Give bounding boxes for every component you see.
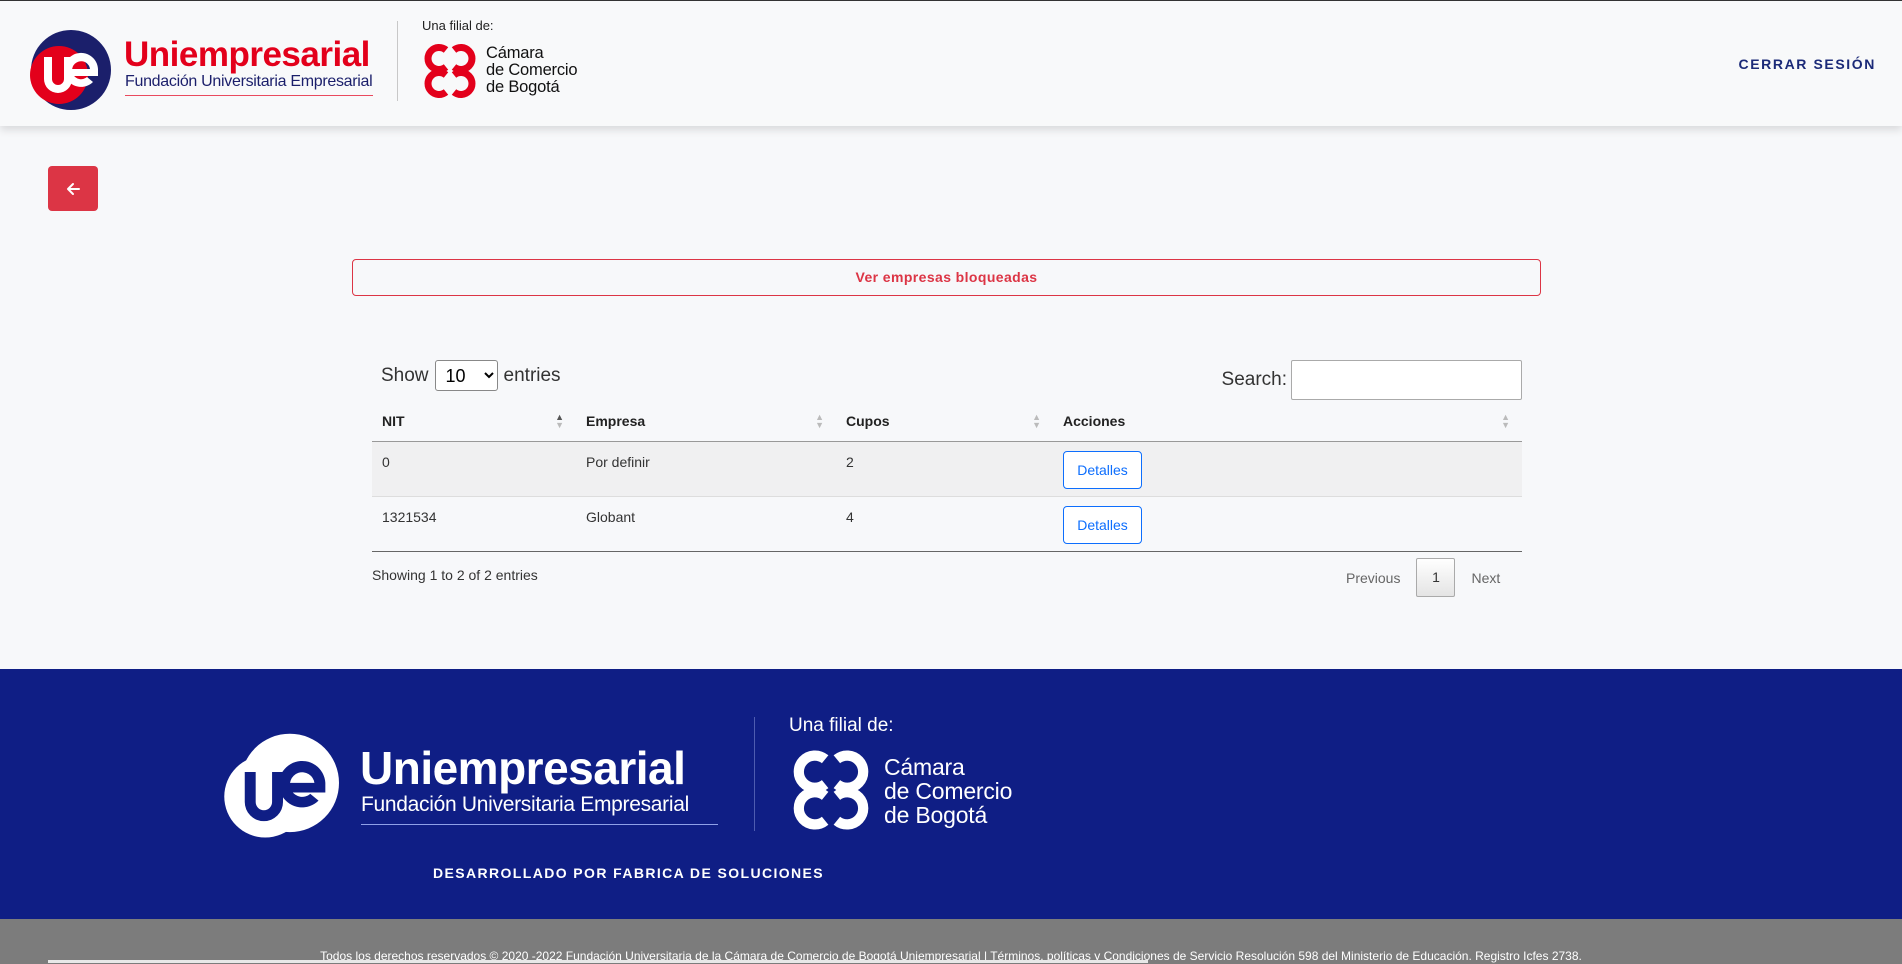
ccb-logo-icon <box>424 44 476 98</box>
footer-ccb-name: Cámara de Comercio de Bogotá <box>884 754 1013 828</box>
cell-empresa: Por definir <box>576 441 836 497</box>
footer-brand-title: Uniempresarial <box>360 742 686 794</box>
details-button[interactable]: Detalles <box>1063 450 1142 489</box>
footer-ccb-logo: Cámara de Comercio de Bogotá <box>790 749 1050 833</box>
sort-icon: ▲ ▼ <box>1501 412 1510 430</box>
search-input[interactable] <box>1291 360 1522 400</box>
table-info: Showing 1 to 2 of 2 entries <box>372 567 538 583</box>
page-length-control: Show 10 entries <box>381 360 561 391</box>
table-row: 1321534 Globant 4 Detalles <box>372 496 1522 552</box>
column-header-acciones[interactable]: Acciones ▲ ▼ <box>1053 401 1522 442</box>
ccb-logo-icon <box>793 750 869 830</box>
cell-cupos: 4 <box>836 496 1053 552</box>
filial-label: Una filial de: <box>422 18 494 33</box>
footer-brand-underline <box>361 824 718 825</box>
ccb-name: Cámara de Comercio de Bogotá <box>486 44 578 96</box>
table-header-row: NIT ▲ ▼ Empresa ▲ ▼ Cupos ▲ ▼ Acciones ▲ ▼ <box>372 401 1522 442</box>
previous-page-button[interactable]: Previous <box>1330 559 1416 597</box>
logout-link[interactable]: CERRAR SESIÓN <box>1739 56 1876 72</box>
page-button-current[interactable]: 1 <box>1416 558 1456 597</box>
brand-subtitle: Fundación Universitaria Empresarial <box>125 73 373 90</box>
horizontal-scrollbar[interactable] <box>48 960 1148 963</box>
table-row: 0 Por definir 2 Detalles <box>372 441 1522 497</box>
footer-filial-label: Una filial de: <box>789 715 894 736</box>
developed-by-text: DESARROLLADO POR FABRICA DE SOLUCIONES <box>433 865 825 881</box>
ue-logo-icon <box>224 733 339 838</box>
brand-underline <box>125 95 373 96</box>
footer-brand-subtitle: Fundación Universitaria Empresarial <box>361 793 689 816</box>
pagination: Previous 1 Next <box>1330 558 1516 597</box>
entries-label: entries <box>503 364 561 386</box>
sort-asc-icon: ▲ ▼ <box>555 412 564 430</box>
sort-icon: ▲ ▼ <box>815 412 824 430</box>
cell-nit: 1321534 <box>372 496 576 552</box>
column-header-nit[interactable]: NIT ▲ ▼ <box>372 401 576 442</box>
sort-icon: ▲ ▼ <box>1032 412 1041 430</box>
cell-empresa: Globant <box>576 496 836 552</box>
back-button[interactable] <box>48 166 98 211</box>
cell-cupos: 2 <box>836 441 1053 497</box>
arrow-left-icon <box>67 182 80 195</box>
companies-table: NIT ▲ ▼ Empresa ▲ ▼ Cupos ▲ ▼ Acciones ▲ ▼ 0… <box>372 401 1522 552</box>
uniempresarial-logo[interactable]: Uniempresarial Fundación Universitaria E… <box>26 29 378 111</box>
ue-logo-icon <box>30 30 111 110</box>
footer-uniempresarial-logo: Uniempresarial Fundación Universitaria E… <box>220 731 730 843</box>
cell-actions: Detalles <box>1053 496 1522 552</box>
details-button[interactable]: Detalles <box>1063 505 1142 544</box>
footer: Uniempresarial Fundación Universitaria E… <box>0 669 1902 919</box>
search-control: Search: <box>1222 360 1522 400</box>
header-divider <box>397 21 398 101</box>
cell-nit: 0 <box>372 441 576 497</box>
next-page-button[interactable]: Next <box>1455 559 1516 597</box>
top-header: Uniempresarial Fundación Universitaria E… <box>0 0 1902 126</box>
copyright-bar: Todos los derechos reservados © 2020 -20… <box>0 919 1902 964</box>
brand-title: Uniempresarial <box>124 35 370 74</box>
show-label: Show <box>381 364 429 386</box>
column-header-empresa[interactable]: Empresa ▲ ▼ <box>576 401 836 442</box>
ccb-logo: Cámara de Comercio de Bogotá <box>422 43 597 103</box>
search-label: Search: <box>1221 369 1287 390</box>
footer-divider <box>754 717 755 831</box>
view-blocked-companies-button[interactable]: Ver empresas bloqueadas <box>352 259 1541 296</box>
cell-actions: Detalles <box>1053 441 1522 497</box>
column-header-cupos[interactable]: Cupos ▲ ▼ <box>836 401 1053 442</box>
page-length-select[interactable]: 10 <box>434 360 498 391</box>
